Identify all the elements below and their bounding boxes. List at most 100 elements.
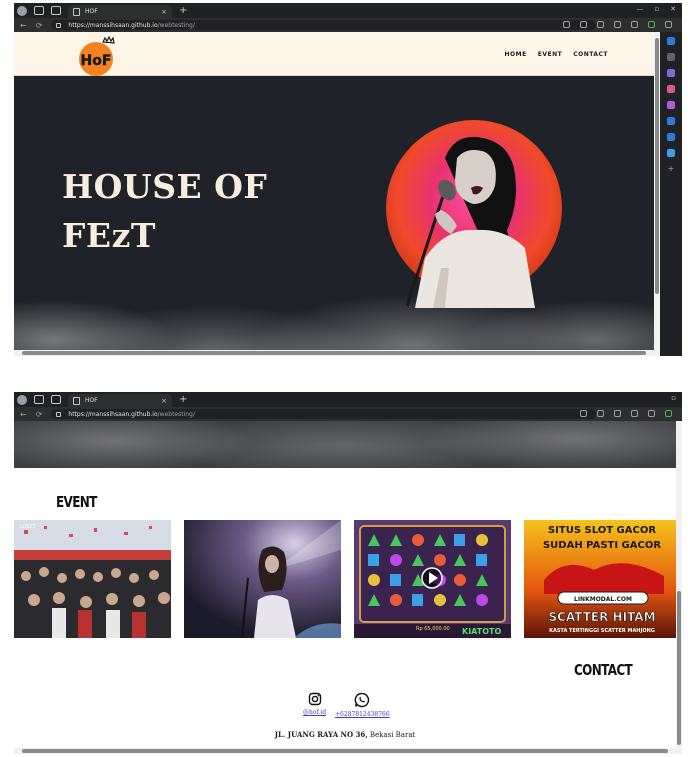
page-viewport-2: EVENT LOKET Rp 65,000.00 KIATOTO SITUS S… (14, 421, 682, 754)
extension-icon-2[interactable] (665, 410, 672, 417)
page-icon-2 (73, 396, 80, 405)
crowd-card-caption: LOKET (20, 524, 37, 530)
address-bar-2: ← ⟳ https://manssihsaan.github.io/webtes… (14, 407, 682, 421)
copilot-icon[interactable] (667, 37, 675, 45)
slot-game-brand: KIATOTO (462, 627, 501, 636)
event-card-crowd[interactable]: LOKET (14, 520, 171, 638)
send-icon[interactable] (667, 149, 675, 157)
tab-strip-2: HOF × + ▫ (14, 392, 682, 407)
nav-contact[interactable]: CONTACT (573, 51, 608, 58)
back-button[interactable]: ← (20, 21, 27, 30)
browser-window-top: HOF × + — ▫ ✕ ← ⟳ https://manssihsaan.gi… (14, 3, 682, 356)
whatsapp-icon[interactable] (354, 692, 370, 708)
url-host-2: https://manssihsaan.github.io (68, 410, 158, 418)
url-path: /webtesting/ (157, 21, 195, 29)
tab-actions-icon[interactable] (51, 6, 61, 15)
add-sidebar-icon[interactable]: + (667, 165, 675, 173)
window-controls: — ▫ ✕ (636, 5, 676, 13)
url-path-2: /webtesting/ (157, 410, 195, 418)
banner-line1: SITUS SLOT GACOR (548, 525, 656, 536)
microsoft-365-icon[interactable] (667, 117, 675, 125)
horizontal-scrollbar-2[interactable] (14, 748, 682, 754)
browser-window-bottom: HOF × + ▫ ← ⟳ https://manssihsaan.github… (14, 392, 682, 754)
url-field[interactable]: https://manssihsaan.github.io/webtesting… (51, 20, 597, 30)
collections-icon-2[interactable] (648, 410, 655, 417)
lock-icon-2[interactable] (56, 411, 62, 417)
favorites-icon[interactable] (614, 21, 621, 28)
reload-button-2[interactable]: ⟳ (36, 410, 43, 419)
back-button-2[interactable]: ← (20, 410, 27, 419)
new-tab-button-2[interactable]: + (179, 394, 187, 405)
whatsapp-contact: +6287812438766 (335, 692, 390, 718)
singer-image (386, 120, 562, 308)
tab-title-2: HOF (85, 397, 98, 404)
event-card-slot-game[interactable]: Rp 65,000.00 KIATOTO (354, 520, 511, 638)
address-bar: ← ⟳ https://manssihsaan.github.io/webtes… (14, 18, 682, 32)
address-city: Bekasi Barat (367, 731, 416, 739)
slot-game-price: Rp 65,000.00 (416, 626, 450, 632)
address-street: JL. JUANG RAYA NO 36, (274, 730, 368, 739)
shopping-icon[interactable] (667, 69, 675, 77)
profile-icon[interactable] (17, 5, 27, 16)
new-tab-button[interactable]: + (179, 5, 187, 16)
workspaces-icon-2[interactable] (34, 395, 44, 404)
close-tab-icon-2[interactable]: × (161, 397, 167, 405)
page-icon (73, 7, 80, 16)
whatsapp-link[interactable]: +6287812438766 (335, 711, 390, 718)
event-card-singer[interactable] (184, 520, 341, 638)
hof-logo[interactable]: HoF (72, 36, 120, 76)
lock-icon[interactable] (56, 22, 62, 28)
read-aloud-icon-2[interactable] (580, 410, 587, 417)
instagram-link[interactable]: @hof.id (303, 709, 326, 716)
window-controls-2: ▫ (671, 394, 676, 402)
split-screen-icon-2[interactable] (614, 410, 621, 417)
logo-text: HoF (81, 53, 112, 69)
banner-line3: SCATTER HITAM (548, 610, 655, 624)
favorite-star-icon[interactable] (580, 21, 587, 28)
search-icon[interactable] (667, 53, 675, 61)
event-card-slot-banner[interactable]: SITUS SLOT GACOR SUDAH PASTI GACOR LINKM… (524, 520, 681, 638)
event-section-title: EVENT (56, 493, 97, 511)
reload-button[interactable]: ⟳ (36, 21, 43, 30)
address-text: JL. JUANG RAYA NO 36, Bekasi Barat (14, 730, 676, 739)
nav-event[interactable]: EVENT (538, 51, 562, 58)
profile-icon-2[interactable] (17, 394, 27, 405)
browser-sidebar: + (660, 32, 682, 356)
page-viewport: HoF HOME EVENT CONTACT HOUSE OF FEzT (14, 32, 660, 356)
read-aloud-icon[interactable] (563, 21, 570, 28)
browser-tab-2[interactable]: HOF × (68, 394, 172, 407)
split-screen-icon[interactable] (597, 21, 604, 28)
contact-section-title: CONTACT (574, 661, 633, 679)
extension-icon[interactable] (648, 21, 655, 28)
horizontal-scrollbar[interactable] (14, 350, 660, 356)
more-menu-icon[interactable] (665, 21, 672, 28)
vertical-scrollbar[interactable] (654, 32, 660, 350)
banner-line4: KASTA TERTINGGI SCATTER MAHJONG (549, 628, 655, 634)
tab-actions-icon-2[interactable] (51, 395, 61, 404)
banner-line2: SUDAH PASTI GACOR (543, 540, 661, 551)
collections-icon[interactable] (631, 21, 638, 28)
games-icon[interactable] (667, 101, 675, 109)
maximize-icon[interactable]: ▫ (654, 5, 659, 13)
close-window-icon[interactable]: ✕ (670, 5, 676, 13)
favorite-star-icon-2[interactable] (597, 410, 604, 417)
workspaces-icon[interactable] (34, 6, 44, 15)
hero-bottom-smoke (14, 421, 676, 468)
favorites-icon-2[interactable] (631, 410, 638, 417)
instagram-contact: @hof.id (303, 692, 326, 716)
minimize-icon[interactable]: — (636, 5, 643, 13)
tools-icon[interactable] (667, 85, 675, 93)
outlook-icon[interactable] (667, 133, 675, 141)
main-nav: HOME EVENT CONTACT (505, 51, 608, 58)
close-tab-icon[interactable]: × (161, 8, 167, 16)
nav-home[interactable]: HOME (505, 51, 527, 58)
hero-title-line2: FEzT (62, 216, 156, 255)
banner-site: LINKMODAL.COM (574, 596, 632, 603)
vertical-scrollbar-2[interactable] (676, 421, 682, 748)
url-field-2[interactable]: https://manssihsaan.github.io/webtesting… (51, 409, 597, 419)
url-host: https://manssihsaan.github.io (68, 21, 158, 29)
browser-tab[interactable]: HOF × (68, 5, 172, 18)
instagram-icon[interactable] (308, 692, 322, 706)
toolbar-icons-2 (580, 410, 672, 417)
restore-icon-2[interactable]: ▫ (671, 394, 676, 402)
